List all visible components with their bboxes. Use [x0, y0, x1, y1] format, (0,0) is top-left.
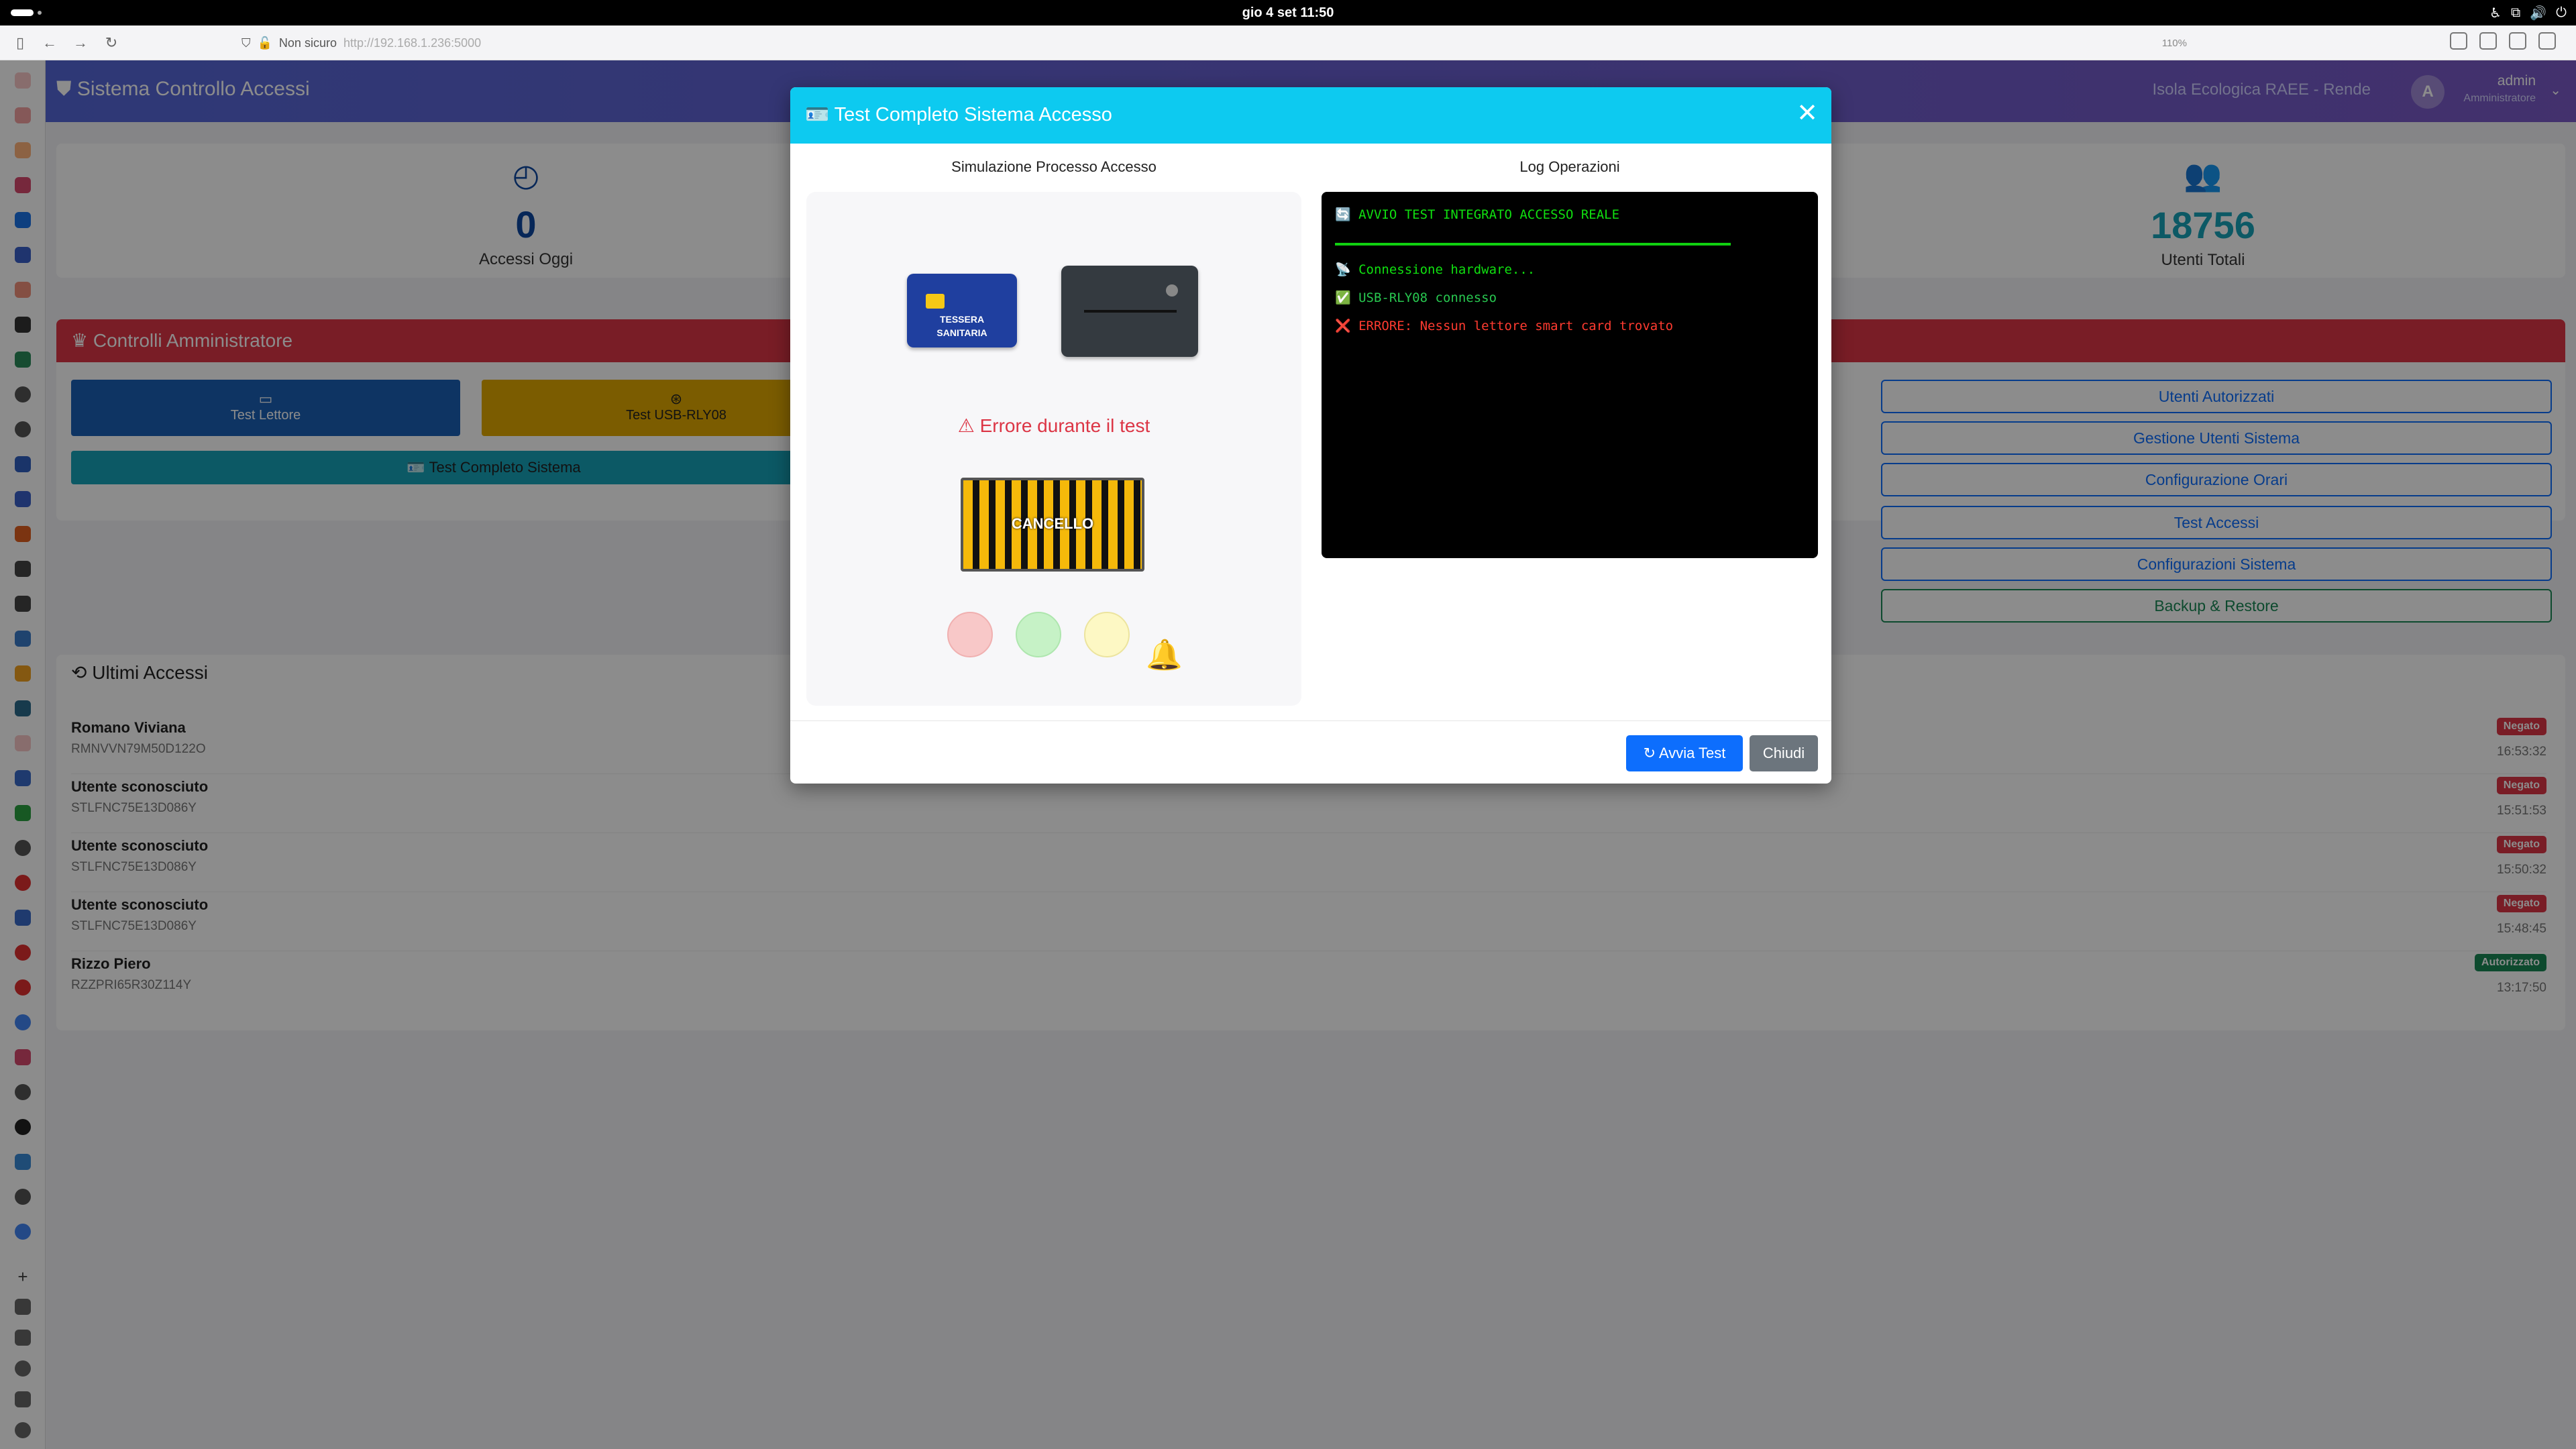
security-label: Non sicuro [278, 36, 337, 50]
error-text: Errore durante il test [979, 415, 1150, 436]
simulation-title: Simulazione Processo Accesso [951, 158, 1157, 175]
button-label: Avvia Test [1658, 745, 1726, 761]
check-icon: ✅ [1335, 290, 1359, 305]
forward-icon[interactable]: → [70, 32, 91, 54]
system-clock[interactable]: gio 4 set 11:50 [0, 0, 2576, 25]
sidebar-toggle-icon[interactable]: ▯ [9, 32, 31, 54]
menu-icon[interactable] [2538, 32, 2556, 50]
satellite-icon: 📡 [1335, 262, 1359, 277]
power-icon[interactable]: ⏻ [2556, 5, 2567, 21]
lock-icon[interactable]: 🔓 [258, 36, 272, 50]
bell-icon: 🔔 [1146, 639, 1183, 672]
refresh-icon: ↻ [1643, 745, 1659, 761]
close-icon[interactable]: ✕ [1796, 101, 1818, 126]
zoom-level[interactable]: 110% [2162, 38, 2187, 49]
modal-title-label: Test Completo Sistema Accesso [834, 104, 1112, 125]
browser-toolbar: ▯ ← → ↻ ⛉ 🔓 Non sicuro http://192.168.1.… [0, 25, 2576, 60]
modal-title: 🪪 Test Completo Sistema Accesso [805, 103, 1112, 126]
log-line: 📡 Connessione hardware... [1335, 262, 1535, 277]
card-label-line1: TESSERA [939, 314, 985, 325]
card-label-line2: SANITARIA [936, 327, 987, 338]
address-bar[interactable]: ⛉ 🔓 Non sicuro http://192.168.1.236:5000… [241, 31, 2187, 55]
log-text: AVVIO TEST INTEGRATO ACCESSO REALE [1358, 207, 1620, 222]
red-light [947, 612, 993, 657]
log-line: ✅ USB-RLY08 connesso [1335, 290, 1497, 305]
log-text: USB-RLY08 connesso [1358, 290, 1497, 305]
bookmark-star-icon[interactable] [2450, 32, 2467, 50]
downloads-icon[interactable] [2479, 32, 2497, 50]
log-title: Log Operazioni [1519, 158, 1620, 175]
card-label: TESSERA SANITARIA [907, 313, 1017, 339]
modal-header: 🪪 Test Completo Sistema Accesso ✕ [790, 87, 1831, 144]
gate: CANCELLO [961, 478, 1144, 572]
warning-icon: ⚠ [957, 415, 980, 436]
gate-label: CANCELLO [1011, 515, 1094, 532]
green-light [1016, 612, 1061, 657]
yellow-light [1084, 612, 1130, 657]
id-card-icon: 🪪 [805, 104, 835, 125]
log-line: 🔄 AVVIO TEST INTEGRATO ACCESSO REALE [1335, 207, 1619, 222]
url-text[interactable]: http://192.168.1.236:5000 [343, 36, 481, 50]
back-icon[interactable]: ← [39, 32, 60, 54]
system-top-bar: gio 4 set 11:50 ♿ ⧉ 🔊 ⏻ [0, 0, 2576, 25]
refresh-icon: 🔄 [1335, 207, 1359, 222]
log-line: ❌ ERRORE: Nessun lettore smart card trov… [1335, 318, 1673, 333]
log-text: Connessione hardware... [1358, 262, 1536, 277]
modal-footer-divider [790, 720, 1831, 721]
log-separator [1335, 243, 1731, 246]
card-reader [1061, 266, 1198, 357]
log-text: ERRORE: Nessun lettore smart card trovat… [1358, 319, 1674, 333]
volume-icon[interactable]: 🔊 [2530, 5, 2546, 21]
reader-slot [1084, 310, 1177, 313]
health-card: TESSERA SANITARIA [907, 274, 1017, 347]
error-message: ⚠ Errore durante il test [806, 415, 1301, 437]
simulation-panel: TESSERA SANITARIA ⚠ Errore durante il te… [806, 192, 1301, 706]
start-test-button[interactable]: ↻ Avvia Test [1626, 735, 1743, 771]
browser-extensions [2450, 32, 2556, 50]
error-x-icon: ❌ [1335, 319, 1359, 333]
reload-icon[interactable]: ↻ [101, 32, 122, 54]
card-chip-icon [926, 294, 945, 309]
reader-led [1166, 284, 1178, 297]
operations-log: 🔄 AVVIO TEST INTEGRATO ACCESSO REALE 📡 C… [1322, 192, 1818, 558]
extension-icon[interactable] [2509, 32, 2526, 50]
accessibility-icon[interactable]: ♿ [2489, 5, 2502, 21]
test-system-modal: 🪪 Test Completo Sistema Accesso ✕ Simula… [790, 87, 1831, 784]
close-button[interactable]: Chiudi [1750, 735, 1818, 771]
system-tray[interactable]: ♿ ⧉ 🔊 ⏻ [2489, 0, 2567, 25]
shield-icon[interactable]: ⛉ [241, 36, 251, 50]
network-icon[interactable]: ⧉ [2511, 5, 2520, 21]
